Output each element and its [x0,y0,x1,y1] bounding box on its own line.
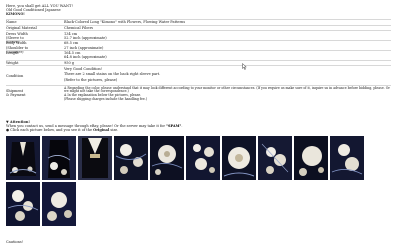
spec-row-body-width: Body Width (Shoulder to Shoulder) 68.5 c… [6,39,391,54]
click-instruction: ● Click each picture below, and you see … [6,128,94,133]
mouse-pointer-icon [242,63,247,70]
photo-thumbnail[interactable] [294,136,328,180]
spec-label: Shipment & Payment [6,88,26,97]
photo-thumbnail[interactable] [150,136,184,180]
attention-line-click: ● Click each picture below, and you see … [6,128,391,132]
spec-row-dress-width: Dress Width (Sleeve to Sleeve) 134 cm 52… [6,30,391,44]
photo-thumbnail[interactable] [330,136,364,180]
attention-section: ▼ Attention! When you contact us, send a… [6,120,391,133]
spec-value: Very Good Condition! There are 2 small s… [64,66,161,82]
intro-item-type: KIMONO! [6,12,25,17]
specs-table: Name Black-Colored Long "Kimono" with Fl… [6,19,391,101]
spec-value: A Regarding the color, please understand… [64,85,390,102]
photo-thumbnail[interactable] [6,182,40,226]
click-instruction-end: size. [109,128,119,133]
spam-highlight: "SPAM" [166,124,182,129]
photo-thumbnail[interactable] [6,136,40,180]
photo-thumbnail[interactable] [186,136,220,180]
original-size-text: Original [93,128,110,133]
spec-value: 68.5 cm 27 inch (approximate) [64,41,104,50]
photo-thumbnail[interactable] [42,136,76,180]
spec-row-length: Length 164.5 cm 64.8 inch (approximate) [6,49,391,60]
attention-text-end: . [181,124,183,129]
photo-thumbnail[interactable] [78,136,112,180]
spec-row-condition: Condition Very Good Condition! There are… [6,65,391,85]
photo-thumbnail[interactable] [42,182,76,226]
photo-thumbnail[interactable] [114,136,148,180]
spec-label: Length [6,51,19,56]
photo-thumbnail[interactable] [222,136,256,180]
spec-value: 164.5 cm 64.8 inch (approximate) [64,51,107,60]
intro-header: Here, you shall get ALL YOU WANT! Old Go… [6,4,391,17]
spec-label: Condition [6,74,24,79]
spec-row-shipment: Shipment & Payment A Regarding the color… [6,85,391,101]
photo-thumbnail[interactable] [258,136,292,180]
spec-value: 134 cm 52.7 inch (approximate) [64,31,107,40]
cautions-heading: Cautions! [6,240,24,244]
